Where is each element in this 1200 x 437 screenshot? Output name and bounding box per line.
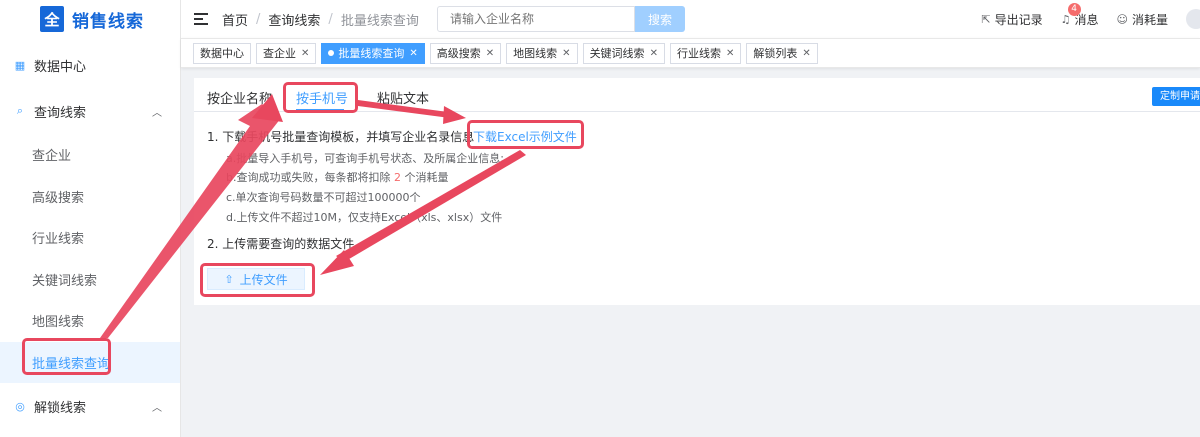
export-records-button[interactable]: ⇱ 导出记录	[981, 11, 1042, 28]
close-icon[interactable]: ✕	[802, 48, 810, 59]
close-icon[interactable]: ✕	[409, 48, 417, 59]
tag-batch-query[interactable]: 批量线索查询 ✕	[321, 42, 425, 64]
consumption-button[interactable]: ☺ 消耗量	[1117, 11, 1168, 28]
menu-data-center-label: 数据中心	[34, 59, 87, 75]
menu-data-center[interactable]: ▦ 数据中心	[0, 42, 180, 88]
search-list-icon: ⌕	[16, 104, 24, 117]
close-icon[interactable]: ✕	[650, 48, 658, 59]
bell-icon: ♫	[1060, 12, 1071, 26]
logo-icon: 全	[40, 6, 64, 32]
sidebar-item-advanced-search[interactable]: 高级搜索	[0, 176, 180, 218]
note-c: c.单次查询号码数量不可超过100000个	[226, 191, 421, 204]
sidebar-item-company[interactable]: 查企业	[0, 134, 180, 176]
menu-fold-icon[interactable]	[194, 13, 208, 25]
messages-button[interactable]: ♫ 4 消息	[1060, 2, 1099, 28]
close-icon[interactable]: ✕	[301, 48, 309, 59]
breadcrumb-current: 批量线索查询	[340, 13, 419, 29]
menu-unlock-leads[interactable]: ◎ 解锁线索 ︿	[0, 383, 180, 429]
avatar[interactable]	[1186, 9, 1200, 29]
message-count-badge: 4	[1067, 2, 1081, 16]
step-2-text: 2. 上传需要查询的数据文件	[207, 237, 355, 251]
step-1-text: 1. 下载手机号批量查询模板，并填写企业名录信息	[207, 130, 475, 144]
note-a: a.批量导入手机号，可查询手机号状态、及所属企业信息;	[226, 152, 504, 165]
note-b: b.查询成功或失败，每条都将扣除 2 个消耗量	[226, 171, 449, 184]
highlight-box-sidebar	[22, 338, 111, 375]
tag-keyword-leads[interactable]: 关键词线索 ✕	[582, 42, 665, 64]
chevron-up-icon[interactable]: ︿	[152, 399, 162, 414]
breadcrumb-query-leads[interactable]: 查询线索	[268, 10, 320, 29]
tag-map-leads[interactable]: 地图线索 ✕	[506, 42, 578, 64]
breadcrumb-home[interactable]: 首页	[222, 10, 248, 29]
highlight-box-upload	[200, 263, 315, 297]
tags-view: 数据中心 查企业 ✕ 批量线索查询 ✕ 高级搜索 ✕ 地图线索 ✕ 关键词线索 ✕ 行业线…	[181, 38, 1200, 68]
export-icon: ⇱	[981, 12, 991, 26]
menu-unlock-leads-label: 解锁线索	[34, 400, 87, 416]
header-actions: ⇱ 导出记录 ♫ 4 消息 ☺ 消耗量	[981, 0, 1200, 38]
tab-paste-text[interactable]: 粘贴文本	[377, 88, 429, 107]
custom-apply-button[interactable]: 定制申请	[1152, 87, 1200, 106]
menu-query-leads-label: 查询线索	[34, 105, 87, 121]
tag-advanced-search[interactable]: 高级搜索 ✕	[429, 42, 502, 64]
sidebar-item-keyword-leads[interactable]: 关键词线索	[0, 259, 180, 301]
highlight-box-download	[467, 120, 584, 149]
sidebar-item-industry-leads[interactable]: 行业线索	[0, 217, 180, 259]
app-title: 销售线索	[72, 11, 144, 32]
tag-unlock-list[interactable]: 解锁列表 ✕	[746, 42, 818, 64]
globe-icon: ◎	[15, 399, 25, 413]
close-icon[interactable]: ✕	[726, 48, 734, 59]
menu-query-leads[interactable]: ⌕ 查询线索 ︿	[0, 88, 180, 134]
close-icon[interactable]: ✕	[486, 48, 494, 59]
chevron-up-icon[interactable]: ︿	[152, 104, 162, 119]
logo: 全 销售线索	[0, 0, 180, 38]
tab-by-company[interactable]: 按企业名称	[207, 88, 272, 107]
highlight-box-phone-tab	[283, 82, 358, 113]
top-header: 首页 / 查询线索 / 批量线索查询 搜索 ⇱ 导出记录 ♫ 4 消息 ☺ 消耗…	[181, 0, 1200, 38]
breadcrumb: 首页 / 查询线索 / 批量线索查询	[222, 10, 419, 29]
tag-company[interactable]: 查企业 ✕	[256, 42, 317, 64]
close-icon[interactable]: ✕	[562, 48, 570, 59]
calendar-icon: ▦	[14, 58, 26, 72]
tag-industry-leads[interactable]: 行业线索 ✕	[669, 42, 742, 64]
smile-icon: ☺	[1116, 12, 1128, 26]
note-d: d.上传文件不超过10M，仅支持Excel（xls、xlsx）文件	[226, 211, 503, 224]
company-search-input[interactable]	[437, 6, 635, 32]
tag-data-center[interactable]: 数据中心	[193, 42, 251, 64]
search-button[interactable]: 搜索	[635, 6, 685, 32]
sidebar-item-map-leads[interactable]: 地图线索	[0, 300, 180, 342]
